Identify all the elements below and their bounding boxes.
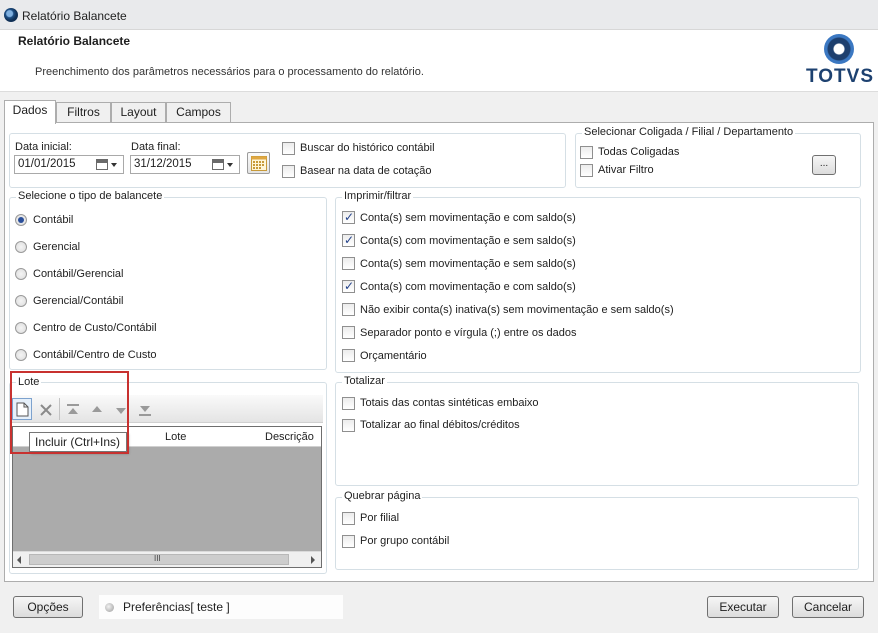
com-mov-sem-saldo-checkbox[interactable]: [342, 233, 355, 247]
move-last-icon[interactable]: [137, 402, 153, 418]
window-titlebar: Relatório Balancete: [0, 0, 878, 30]
calendar-period-button[interactable]: [247, 152, 270, 174]
toolbar-separator: [59, 398, 60, 420]
lote-group-title: Lote: [16, 376, 42, 388]
totvs-logo-mark-icon: [824, 34, 854, 64]
scrollbar-grip: III: [154, 554, 161, 563]
cancelar-button[interactable]: Cancelar: [792, 596, 864, 618]
orcamentario-label: Orçamentário: [360, 350, 427, 362]
tab-filtros[interactable]: Filtros: [56, 102, 111, 123]
chevron-down-icon: [227, 163, 233, 167]
totalizar-debitos-creditos-checkbox[interactable]: [342, 419, 355, 432]
tipo-contabil-centro-custo-label: Contábil/Centro de Custo: [33, 349, 157, 361]
incluir-tooltip: Incluir (Ctrl+Ins): [29, 432, 127, 452]
com-mov-com-saldo-checkbox[interactable]: [342, 279, 355, 293]
report-subtitle: Preenchimento dos parâmetros necessários…: [35, 66, 424, 78]
sem-mov-sem-saldo-label: Conta(s) sem movimentação e sem saldo(s): [360, 258, 576, 270]
report-title: Relatório Balancete: [18, 34, 131, 48]
quebrar-pagina-group: Quebrar página: [335, 490, 859, 570]
tab-dados[interactable]: Dados: [4, 100, 56, 124]
end-date-value: 31/12/2015: [134, 158, 192, 170]
preferences-label: Preferências[ teste ]: [123, 600, 230, 614]
preferences-area[interactable]: Preferências[ teste ]: [99, 595, 343, 619]
tipo-contabil-centro-custo-radio[interactable]: [15, 349, 27, 361]
app-icon: [4, 8, 18, 22]
totais-sinteticas-label: Totais das contas sintéticas embaixo: [360, 397, 539, 409]
tipo-gerencial-contabil-label: Gerencial/Contábil: [33, 295, 124, 307]
por-filial-checkbox[interactable]: [342, 512, 355, 525]
por-grupo-contabil-checkbox[interactable]: [342, 535, 355, 548]
report-header: Relatório Balancete Preenchimento dos pa…: [0, 30, 878, 92]
buscar-historico-checkbox[interactable]: [282, 142, 295, 155]
tipo-centro-custo-contabil-label: Centro de Custo/Contábil: [33, 322, 157, 334]
por-grupo-contabil-label: Por grupo contábil: [360, 535, 450, 547]
move-down-icon[interactable]: [113, 402, 129, 418]
start-date-value: 01/01/2015: [18, 158, 76, 170]
window-title: Relatório Balancete: [22, 9, 127, 23]
separador-ponto-virgula-label: Separador ponto e vírgula (;) entre os d…: [360, 327, 577, 339]
new-document-icon: [16, 402, 29, 417]
scroll-left-icon[interactable]: [17, 556, 21, 564]
nao-exibir-inativas-checkbox[interactable]: [342, 303, 355, 316]
opcoes-button[interactable]: Opções: [13, 596, 83, 618]
move-first-icon[interactable]: [65, 402, 81, 418]
orcamentario-checkbox[interactable]: [342, 349, 355, 362]
nao-exibir-inativas-label: Não exibir conta(s) inativa(s) sem movim…: [360, 304, 674, 316]
separador-ponto-virgula-checkbox[interactable]: [342, 326, 355, 339]
incluir-button[interactable]: [12, 398, 32, 420]
end-date-picker-button[interactable]: [212, 158, 238, 172]
totvs-logo-text: TOTVS: [806, 66, 874, 87]
tab-campos[interactable]: Campos: [166, 102, 231, 123]
start-date-label: Data inicial:: [15, 141, 72, 153]
tipo-contabil-radio[interactable]: [15, 214, 27, 226]
com-mov-sem-saldo-label: Conta(s) com movimentação e sem saldo(s): [360, 235, 576, 247]
todas-coligadas-checkbox[interactable]: [580, 146, 593, 159]
scrollbar-thumb[interactable]: III: [29, 554, 289, 565]
tipo-contabil-label: Contábil: [33, 214, 74, 226]
basear-cotacao-checkbox[interactable]: [282, 165, 295, 178]
basear-cotacao-label: Basear na data de cotação: [300, 165, 432, 177]
coligada-filter-ellipsis-button[interactable]: ...: [812, 155, 836, 175]
tipo-gerencial-contabil-radio[interactable]: [15, 295, 27, 307]
tipo-centro-custo-contabil-radio[interactable]: [15, 322, 27, 334]
move-up-icon[interactable]: [89, 402, 105, 418]
end-date-label: Data final:: [131, 141, 181, 153]
totalizar-title: Totalizar: [342, 375, 387, 387]
column-header-lote[interactable]: Lote: [165, 431, 186, 443]
calendar-icon: [212, 159, 224, 170]
calendar-icon: [96, 159, 108, 170]
ativar-filtro-label: Ativar Filtro: [598, 164, 654, 176]
preferences-status-icon: [105, 603, 114, 612]
delete-x-icon[interactable]: [38, 402, 54, 418]
por-filial-label: Por filial: [360, 512, 400, 524]
buscar-historico-label: Buscar do histórico contábil: [300, 142, 435, 154]
ativar-filtro-checkbox[interactable]: [580, 164, 593, 177]
totalizar-debitos-creditos-label: Totalizar ao final débitos/créditos: [360, 419, 520, 431]
sem-mov-sem-saldo-checkbox[interactable]: [342, 257, 355, 270]
quebrar-pagina-title: Quebrar página: [342, 490, 423, 502]
totais-sinteticas-checkbox[interactable]: [342, 397, 355, 410]
tipo-contabil-gerencial-label: Contábil/Gerencial: [33, 268, 124, 280]
sem-mov-com-saldo-label: Conta(s) sem movimentação e com saldo(s): [360, 212, 576, 224]
tipo-gerencial-label: Gerencial: [33, 241, 81, 253]
tipo-balancete-title: Selecione o tipo de balancete: [16, 190, 165, 202]
lote-grid-horizontal-scrollbar[interactable]: III: [13, 551, 321, 567]
lote-toolbar: [11, 395, 323, 423]
executar-button[interactable]: Executar: [707, 596, 779, 618]
chevron-down-icon: [111, 163, 117, 167]
scroll-right-icon[interactable]: [311, 556, 315, 564]
tab-layout[interactable]: Layout: [111, 102, 166, 123]
start-date-picker-button[interactable]: [96, 158, 122, 172]
tipo-contabil-gerencial-radio[interactable]: [15, 268, 27, 280]
todas-coligadas-label: Todas Coligadas: [598, 146, 680, 158]
imprimir-filtrar-title: Imprimir/filtrar: [342, 190, 414, 202]
coligada-group-title: Selecionar Coligada / Filial / Departame…: [582, 126, 796, 138]
sem-mov-com-saldo-checkbox[interactable]: [342, 210, 355, 224]
tipo-gerencial-radio[interactable]: [15, 241, 27, 253]
calendar-grid-icon: [251, 156, 267, 171]
com-mov-com-saldo-label: Conta(s) com movimentação e com saldo(s): [360, 281, 576, 293]
column-header-descricao[interactable]: Descrição: [265, 431, 314, 443]
totvs-logo: TOTVS: [806, 34, 874, 90]
